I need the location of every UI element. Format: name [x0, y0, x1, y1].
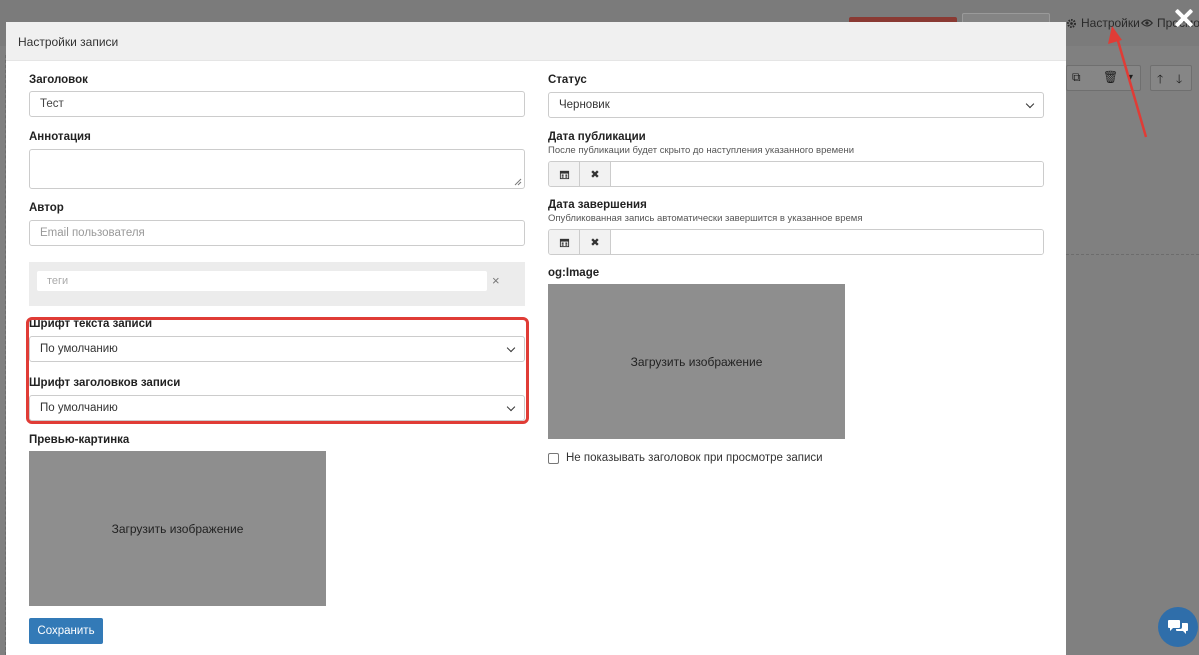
og-image-upload[interactable]: Загрузить изображение — [548, 284, 845, 439]
clear-date-icon[interactable]: ✖ — [580, 230, 611, 254]
status-value: Черновик — [559, 99, 610, 111]
publish-date-group: ✖ — [548, 161, 1044, 187]
annotation-arrow-icon — [1108, 26, 1148, 138]
preview-upload-text: Загрузить изображение — [111, 521, 244, 536]
title-input[interactable]: Тест — [29, 91, 525, 117]
end-date-group: ✖ — [548, 229, 1044, 255]
tags-clear-icon[interactable]: × — [492, 273, 500, 288]
tags-input[interactable]: теги — [37, 271, 487, 291]
save-button[interactable]: Сохранить — [29, 618, 103, 644]
status-label: Статус — [548, 74, 587, 86]
og-upload-text: Загрузить изображение — [630, 354, 763, 369]
end-date-label: Дата завершения — [548, 199, 647, 211]
settings-modal: Настройки записи Заголовок Тест Аннотаци… — [6, 22, 1066, 655]
og-image-label: og:Image — [548, 267, 600, 279]
resize-handle-icon[interactable] — [514, 178, 522, 186]
modal-header: Настройки записи — [6, 22, 1066, 61]
copy-icon: ⧉ — [1072, 70, 1081, 84]
end-date-input[interactable] — [611, 230, 1043, 254]
hide-title-label: Не показывать заголовок при просмотре за… — [566, 452, 823, 464]
chevron-down-icon — [1025, 99, 1035, 108]
author-label: Автор — [29, 202, 64, 214]
background-divider — [1066, 254, 1199, 255]
status-select[interactable]: Черновик — [548, 92, 1044, 118]
author-input[interactable]: Email пользователя — [29, 220, 525, 246]
hide-title-option[interactable]: Не показывать заголовок при просмотре за… — [548, 452, 1044, 464]
hide-title-checkbox[interactable] — [548, 452, 559, 464]
publish-date-label: Дата публикации — [548, 131, 646, 143]
annotation-textarea[interactable] — [29, 149, 525, 189]
preview-image-label: Превью-картинка — [29, 434, 130, 446]
preview-image-upload[interactable]: Загрузить изображение — [29, 451, 326, 606]
gear-icon — [1067, 18, 1076, 28]
tags-field: теги × — [29, 262, 525, 306]
title-label: Заголовок — [29, 74, 88, 86]
clear-date-icon[interactable]: ✖ — [580, 162, 611, 186]
end-date-hint: Опубликованная запись автоматически заве… — [548, 213, 863, 224]
annotation-label: Аннотация — [29, 131, 91, 143]
calendar-icon[interactable] — [549, 230, 580, 254]
publish-date-hint: После публикации будет скрыто до наступл… — [548, 145, 855, 156]
chat-button[interactable] — [1158, 607, 1198, 647]
chat-icon — [1168, 620, 1188, 634]
highlight-frame — [26, 317, 529, 424]
publish-date-input[interactable] — [611, 162, 1043, 186]
calendar-icon[interactable] — [549, 162, 580, 186]
modal-title: Настройки записи — [18, 35, 119, 49]
right-column: Статус Черновик Дата публикации После пу… — [548, 74, 1044, 464]
arrow-down-icon: 🡓 — [1176, 72, 1183, 86]
close-icon[interactable] — [1172, 6, 1196, 30]
